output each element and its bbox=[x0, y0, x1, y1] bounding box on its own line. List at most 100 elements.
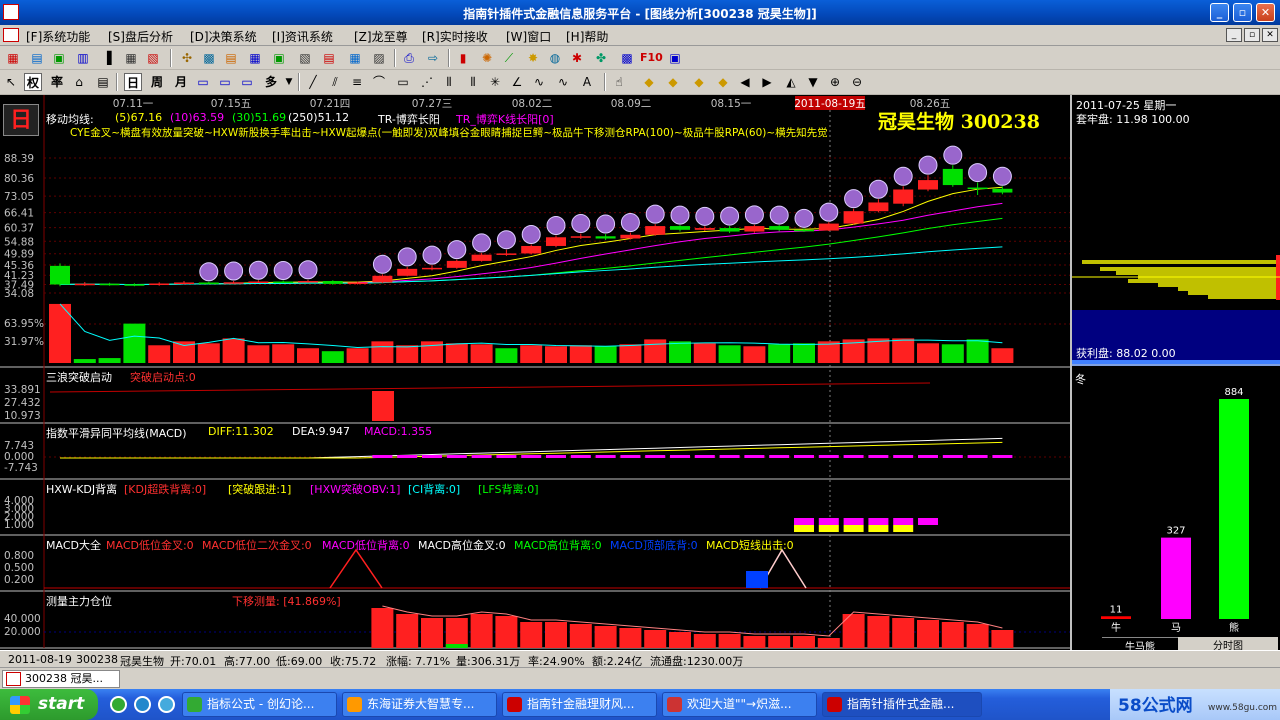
task-formula[interactable]: 指标公式 - 创幻论... bbox=[182, 692, 337, 717]
window-icon[interactable]: ▭ bbox=[194, 73, 212, 91]
arrow-down-icon[interactable]: ▼ bbox=[804, 73, 822, 91]
cursor-icon[interactable]: ↖ bbox=[2, 73, 20, 91]
f10-icon[interactable]: F10 bbox=[640, 49, 663, 67]
settings-icon[interactable]: ✤ bbox=[592, 49, 610, 67]
alarm-icon[interactable]: ✱ bbox=[568, 49, 586, 67]
candles-icon[interactable]: ▐ bbox=[98, 49, 116, 67]
dropdown-arrow-icon[interactable]: ▼ bbox=[280, 73, 298, 91]
signal-marker bbox=[943, 145, 963, 165]
maximize-button[interactable]: ▫ bbox=[1233, 3, 1252, 22]
grid-icon[interactable]: ▤ bbox=[28, 49, 46, 67]
line-tool-icon[interactable]: ╱ bbox=[304, 73, 322, 91]
rate-button[interactable]: 率 bbox=[48, 73, 66, 91]
mdi-restore-button[interactable]: ▫ bbox=[1244, 28, 1260, 42]
graph-icon[interactable]: ▤ bbox=[320, 49, 338, 67]
globe-icon[interactable]: ◍ bbox=[546, 49, 564, 67]
finance-icon[interactable]: ▮ bbox=[454, 49, 472, 67]
formula-icon[interactable]: ▣ bbox=[270, 49, 288, 67]
document-tab[interactable]: 300238 冠昊... bbox=[2, 670, 120, 688]
candle-body bbox=[620, 234, 641, 239]
period-badge[interactable]: 日 bbox=[3, 104, 39, 136]
period-week-button[interactable]: 周 bbox=[148, 73, 166, 91]
angle-tool-icon[interactable]: ∠ bbox=[508, 73, 526, 91]
tab-intraday[interactable]: 分时图 bbox=[1178, 637, 1278, 652]
menu-system[interactable]: [F]系统功能 bbox=[26, 28, 90, 45]
close-button[interactable]: ✕ bbox=[1256, 3, 1275, 22]
desktop-icon[interactable] bbox=[158, 696, 175, 713]
rank-icon[interactable]: ▦ bbox=[346, 49, 364, 67]
wave-tool-icon[interactable]: ∿ bbox=[530, 73, 548, 91]
volume-bar bbox=[644, 339, 667, 363]
mdi-icon[interactable] bbox=[3, 28, 19, 42]
task-welcome[interactable]: 欢迎大道""→炽滋... bbox=[662, 692, 817, 717]
curve-tool-icon[interactable]: ∿ bbox=[554, 73, 572, 91]
sun-icon[interactable]: ✺ bbox=[478, 49, 496, 67]
forward-icon[interactable]: ⇨ bbox=[424, 49, 442, 67]
trend-icon[interactable]: ⟋ bbox=[500, 49, 518, 67]
position-bar bbox=[520, 622, 543, 648]
rights-button[interactable]: 权 bbox=[24, 73, 42, 91]
zoom-in-icon[interactable]: ⊕ bbox=[826, 73, 844, 91]
fan-tool-icon[interactable]: ⋰ bbox=[418, 73, 436, 91]
fib-tool-icon[interactable]: ⫴ bbox=[464, 73, 482, 91]
window3-icon[interactable]: ▭ bbox=[238, 73, 256, 91]
window2-icon[interactable]: ▭ bbox=[216, 73, 234, 91]
table-icon[interactable]: ▦ bbox=[122, 49, 140, 67]
lock-icon[interactable]: ▩ bbox=[618, 49, 636, 67]
chart-icon[interactable]: ▦ bbox=[4, 49, 22, 67]
lock-icon[interactable]: ⌂ bbox=[70, 73, 88, 91]
rect-tool-icon[interactable]: ▭ bbox=[394, 73, 412, 91]
mdi-close-button[interactable]: ✕ bbox=[1262, 28, 1278, 42]
print-icon[interactable]: ▤ bbox=[94, 73, 112, 91]
task-donghai[interactable]: 东海证券大智慧专... bbox=[342, 692, 497, 717]
print-icon[interactable]: ⎙ bbox=[400, 49, 418, 67]
mdi-minimize-button[interactable]: _ bbox=[1226, 28, 1242, 42]
menu-bar: [F]系统功能 [S]盘后分析 [D]决策系统 [I]资讯系统 [Z]龙至尊 [… bbox=[0, 25, 1280, 46]
menu-dragon[interactable]: [Z]龙至尊 bbox=[354, 28, 408, 45]
start-button[interactable]: start bbox=[0, 689, 98, 720]
text-tool-icon[interactable]: A bbox=[578, 73, 596, 91]
select-icon[interactable]: ▧ bbox=[296, 49, 314, 67]
chart-area[interactable]: 07.11一 07.15五 07.21四 07.27三 08.02二 08.09二 08.1… bbox=[0, 95, 1070, 650]
menu-after-close[interactable]: [S]盘后分析 bbox=[108, 28, 173, 45]
arrow-up-icon[interactable]: ◭ bbox=[782, 73, 800, 91]
arrow-left-icon[interactable]: ◀ bbox=[736, 73, 754, 91]
compare-icon[interactable]: ▩ bbox=[200, 49, 218, 67]
channel-icon[interactable]: ≡ bbox=[348, 73, 366, 91]
minimize-button[interactable]: _ bbox=[1210, 3, 1229, 22]
period-line-icon[interactable]: ⦀ bbox=[440, 73, 458, 91]
parallel-line-icon[interactable]: ⫽ bbox=[326, 73, 344, 91]
export-icon[interactable]: ▨ bbox=[370, 49, 388, 67]
menu-realtime[interactable]: [R]实时接收 bbox=[422, 28, 488, 45]
monitor-icon[interactable]: ▣ bbox=[50, 49, 68, 67]
arrow-right-icon[interactable]: ▶ bbox=[758, 73, 776, 91]
menu-window[interactable]: [W]窗口 bbox=[506, 28, 551, 45]
menu-decision[interactable]: [D]决策系统 bbox=[190, 28, 257, 45]
diamond4-icon[interactable]: ◆ bbox=[714, 73, 732, 91]
candle-body bbox=[198, 282, 219, 285]
zoom-out-icon[interactable]: ⊖ bbox=[848, 73, 866, 91]
tools-icon[interactable]: ✣ bbox=[178, 49, 196, 67]
period-month-button[interactable]: 月 bbox=[172, 73, 190, 91]
ie-icon[interactable] bbox=[110, 696, 127, 713]
indicator-icon[interactable]: ▦ bbox=[246, 49, 264, 67]
arc-tool-icon[interactable]: ⌒ bbox=[370, 73, 388, 91]
tab-bull-horse-bear[interactable]: 牛马熊 bbox=[1102, 637, 1178, 653]
menu-info[interactable]: [I]资讯系统 bbox=[272, 28, 333, 45]
sort-icon[interactable]: ▤ bbox=[222, 49, 240, 67]
gear-icon[interactable]: ✸ bbox=[524, 49, 542, 67]
task-compass-finance[interactable]: 指南针金融理财风... bbox=[502, 692, 657, 717]
hand-icon[interactable]: ☝ bbox=[610, 73, 628, 91]
report-icon[interactable]: ▧ bbox=[144, 49, 162, 67]
diamond3-icon[interactable]: ◆ bbox=[690, 73, 708, 91]
diamond2-icon[interactable]: ◆ bbox=[664, 73, 682, 91]
gann-tool-icon[interactable]: ✳ bbox=[486, 73, 504, 91]
task-compass-platform[interactable]: 指南针插件式金融... bbox=[822, 692, 982, 717]
period-day-button[interactable]: 日 bbox=[124, 73, 142, 91]
help-icon[interactable]: ▣ bbox=[666, 49, 684, 67]
browser-icon[interactable] bbox=[134, 696, 151, 713]
menu-help[interactable]: [H]帮助 bbox=[566, 28, 608, 45]
bars-icon[interactable]: ▥ bbox=[74, 49, 92, 67]
multi-period-button[interactable]: 多 bbox=[262, 73, 280, 91]
diamond-icon[interactable]: ◆ bbox=[640, 73, 658, 91]
